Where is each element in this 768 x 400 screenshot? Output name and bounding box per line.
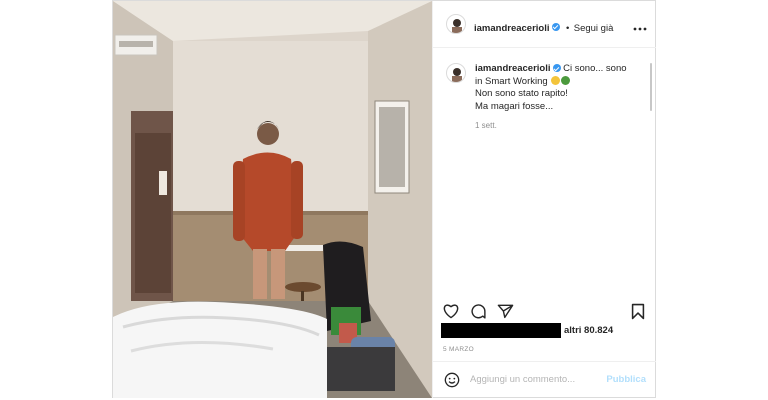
instagram-post: iamandreacerioli • Segui già iamandreace… — [112, 0, 656, 398]
verified-badge-icon — [551, 22, 560, 31]
post-side-panel: iamandreacerioli • Segui già iamandreace… — [432, 1, 656, 398]
green-emoji-icon — [561, 75, 571, 85]
caption-line-1: Ci sono... sono — [563, 63, 627, 74]
likes-count[interactable]: altri 80.824 — [564, 325, 613, 336]
comment-input[interactable]: Aggiungi un commento... — [470, 374, 575, 385]
grin-emoji-icon — [551, 75, 561, 85]
header-separator: • — [565, 23, 570, 34]
share-icon[interactable] — [497, 303, 514, 324]
publish-button[interactable]: Pubblica — [606, 374, 646, 385]
post-date: 5 MARZO — [443, 346, 474, 353]
caption-time[interactable]: 1 sett. — [475, 121, 497, 130]
caption-avatar[interactable] — [446, 63, 466, 83]
caption-username[interactable]: iamandreacerioli — [475, 63, 551, 74]
comment-icon[interactable] — [470, 303, 487, 325]
comments-scrollbar[interactable] — [650, 63, 652, 111]
redacted-liker-names — [441, 323, 561, 338]
action-bar — [433, 297, 656, 323]
avatar[interactable] — [446, 14, 466, 34]
caption-line-3: Non sono stato rapito! — [475, 88, 568, 99]
caption-line-2: in Smart Working — [475, 75, 548, 87]
caption-line-4: Ma magari fosse... — [475, 100, 554, 112]
header-username[interactable]: iamandreacerioli — [474, 23, 550, 34]
post-header: iamandreacerioli • Segui già — [433, 1, 656, 48]
post-photo[interactable] — [113, 1, 432, 398]
comment-box: Aggiungi un commento... Pubblica — [433, 361, 656, 399]
verified-badge-icon — [552, 64, 561, 73]
room-scene — [113, 1, 432, 398]
bookmark-icon[interactable] — [631, 303, 645, 325]
emoji-icon[interactable] — [444, 372, 460, 393]
caption: iamandreacerioli Ci sono... sono in Smar… — [475, 63, 645, 113]
follow-status-button[interactable]: Segui già — [574, 23, 614, 34]
heart-icon[interactable] — [442, 303, 460, 324]
more-options-icon[interactable] — [633, 19, 647, 31]
